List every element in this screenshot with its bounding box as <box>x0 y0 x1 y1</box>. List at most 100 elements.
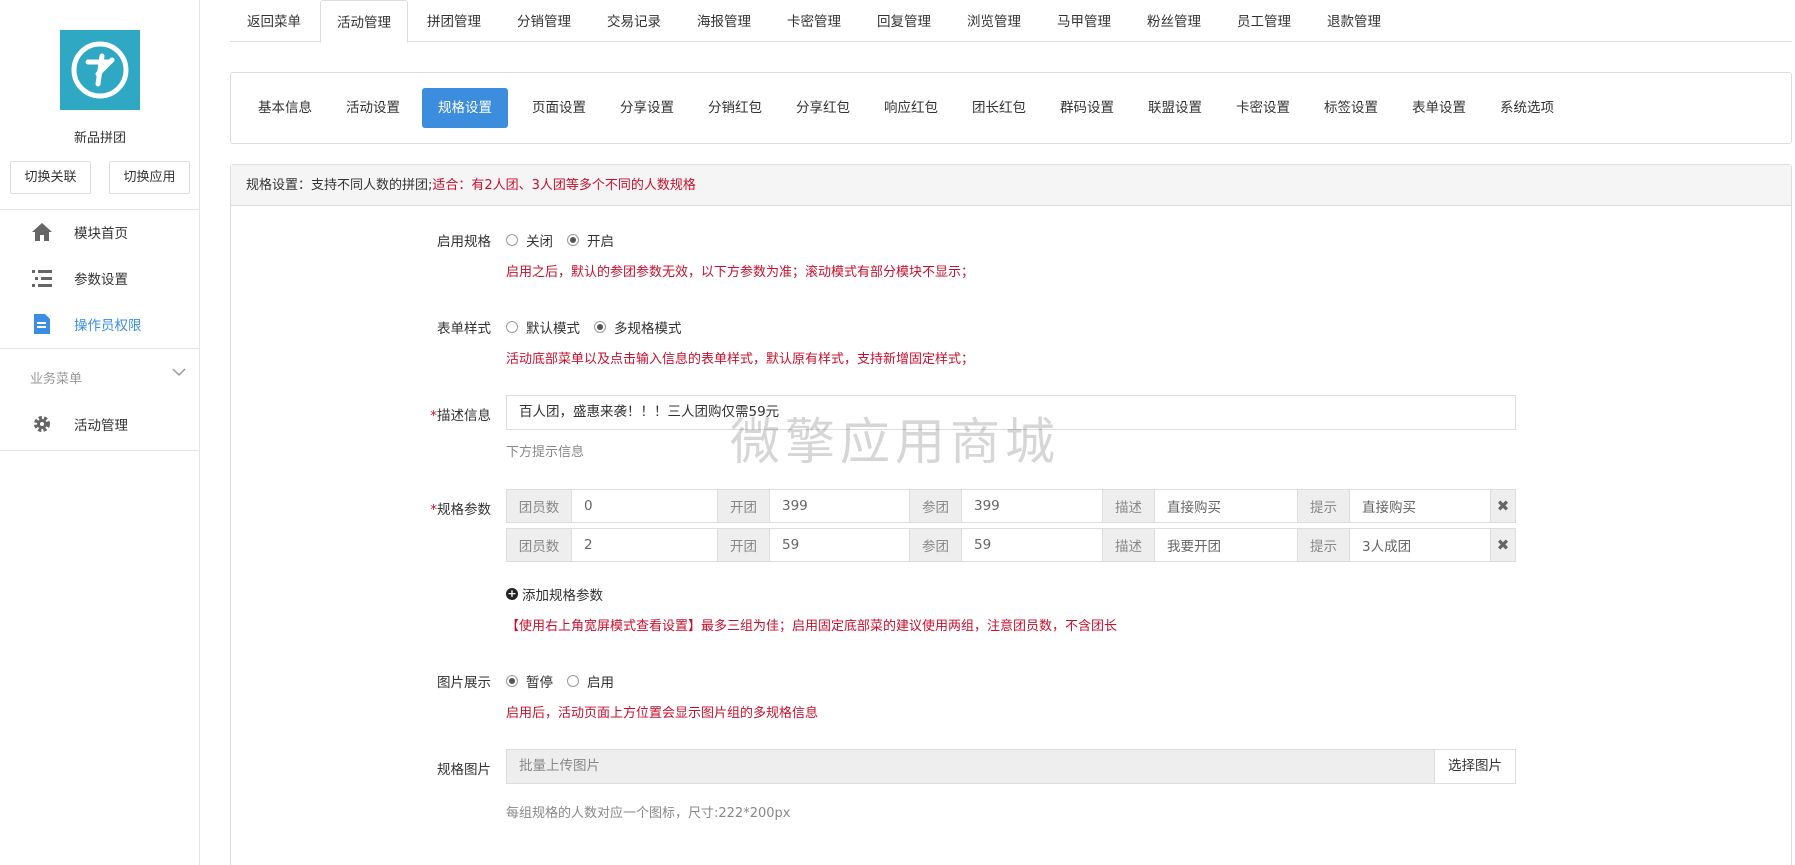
image-display-radio-group: 暂停 启用 <box>506 671 628 691</box>
tab-card-key-management[interactable]: 卡密管理 <box>770 0 858 42</box>
radio-pause[interactable]: 暂停 <box>506 671 553 691</box>
radio-label: 开启 <box>587 234 614 250</box>
app-logo <box>60 30 140 110</box>
subtab-basic-info[interactable]: 基本信息 <box>245 88 325 128</box>
radio-circle[interactable] <box>567 234 579 246</box>
members-addon: 团员数 <box>507 490 572 522</box>
subtab-system-options[interactable]: 系统选项 <box>1487 88 1567 128</box>
switch-app-button[interactable]: 切换应用 <box>109 161 190 194</box>
description-label-text: 描述信息 <box>437 408 491 424</box>
sidebar-item-label: 活动管理 <box>74 418 128 434</box>
radio-circle[interactable] <box>594 321 606 333</box>
tab-distribution-management[interactable]: 分销管理 <box>500 0 588 42</box>
spec-image-hint: 每组规格的人数对应一个图标，尺寸:222*200px <box>506 806 791 821</box>
description-label: *描述信息 <box>371 404 491 424</box>
tab-refund-management[interactable]: 退款管理 <box>1310 0 1398 42</box>
image-display-hint: 启用后，活动页面上方位置会显示图片组的多规格信息 <box>506 706 819 721</box>
subtab-group-code-settings[interactable]: 群码设置 <box>1047 88 1127 128</box>
subtab-share-settings[interactable]: 分享设置 <box>607 88 687 128</box>
add-spec-param-label: 添加规格参数 <box>522 588 603 604</box>
description-hint: 下方提示信息 <box>506 445 585 460</box>
members-addon: 团员数 <box>507 529 572 561</box>
radio-label: 多规格模式 <box>614 321 682 337</box>
app-name: 新品拼团 <box>73 131 126 146</box>
tab-browse-management[interactable]: 浏览管理 <box>950 0 1038 42</box>
subtab-spec-settings[interactable]: 规格设置 <box>422 88 508 128</box>
tip-addon: 提示 <box>1298 529 1350 561</box>
radio-label: 暂停 <box>526 675 553 691</box>
tab-transaction-records[interactable]: 交易记录 <box>590 0 678 42</box>
home-icon <box>31 221 53 243</box>
join-price-input[interactable]: 399 <box>962 490 1103 522</box>
close-icon[interactable]: ✖ <box>1491 529 1515 561</box>
subtab-distribution-redpacket[interactable]: 分销红包 <box>695 88 775 128</box>
tip-input[interactable]: 直接购买 <box>1350 490 1491 522</box>
spec-image-input[interactable]: 批量上传图片 <box>507 750 1434 783</box>
radio-circle[interactable] <box>506 675 518 687</box>
add-spec-param-button[interactable]: + 添加规格参数 <box>506 584 603 604</box>
tab-vest-management[interactable]: 马甲管理 <box>1040 0 1128 42</box>
sidebar-item-module-home[interactable]: 模块首页 <box>0 210 200 254</box>
spec-param-row: 团员数 2 开团 59 参团 59 描述 我要开团 提示 3人成团 ✖ <box>506 528 1516 562</box>
sidebar-item-operator-permissions[interactable]: 操作员权限 <box>0 302 200 346</box>
sidebar-item-label: 模块首页 <box>74 226 128 242</box>
divider <box>0 450 200 451</box>
tab-poster-management[interactable]: 海报管理 <box>680 0 768 42</box>
description-input[interactable]: 百人团，盛惠来袭！！！三人团购仅需59元 <box>506 395 1516 430</box>
switch-association-button[interactable]: 切换关联 <box>10 161 91 194</box>
radio-circle[interactable] <box>567 675 579 687</box>
members-input[interactable]: 2 <box>572 529 718 561</box>
chevron-down-icon[interactable] <box>172 366 186 381</box>
radio-circle[interactable] <box>506 234 518 246</box>
tab-staff-management[interactable]: 员工管理 <box>1220 0 1308 42</box>
sidebar-item-activity-management[interactable]: 活动管理 <box>0 402 200 446</box>
panel-heading: 规格设置：支持不同人数的拼团;适合：有2人团、3人团等多个不同的人数规格 <box>231 165 1791 206</box>
open-price-input[interactable]: 59 <box>770 529 910 561</box>
subtab-share-redpacket[interactable]: 分享红包 <box>783 88 863 128</box>
members-input[interactable]: 0 <box>572 490 718 522</box>
logo-icon <box>71 41 129 99</box>
top-tab-bar: 返回菜单 活动管理 拼团管理 分销管理 交易记录 海报管理 卡密管理 回复管理 … <box>230 0 1792 43</box>
radio-off[interactable]: 关闭 <box>506 230 553 250</box>
radio-circle[interactable] <box>506 321 518 333</box>
choose-image-button[interactable]: 选择图片 <box>1434 750 1515 783</box>
spec-param-row: 团员数 0 开团 399 参团 399 描述 直接购买 提示 直接购买 ✖ <box>506 489 1516 523</box>
open-addon: 开团 <box>718 529 770 561</box>
tab-back-menu[interactable]: 返回菜单 <box>230 0 318 42</box>
radio-on[interactable]: 开启 <box>567 230 614 250</box>
subtab-leader-redpacket[interactable]: 团长红包 <box>959 88 1039 128</box>
subtab-activity-settings[interactable]: 活动设置 <box>333 88 413 128</box>
required-mark: * <box>430 408 437 424</box>
subtab-form-settings[interactable]: 表单设置 <box>1399 88 1479 128</box>
gear-icon <box>31 413 53 435</box>
tab-reply-management[interactable]: 回复管理 <box>860 0 948 42</box>
tip-addon: 提示 <box>1298 490 1350 522</box>
radio-multi-spec-mode[interactable]: 多规格模式 <box>594 317 682 337</box>
join-price-input[interactable]: 59 <box>962 529 1103 561</box>
open-price-input[interactable]: 399 <box>770 490 910 522</box>
form-style-hint: 活动底部菜单以及点击输入信息的表单样式，默认原有样式，支持新增固定样式； <box>506 352 975 367</box>
subtab-alliance-settings[interactable]: 联盟设置 <box>1135 88 1215 128</box>
panel-heading-text: 规格设置：支持不同人数的拼团; <box>246 178 433 193</box>
subtab-tag-settings[interactable]: 标签设置 <box>1311 88 1391 128</box>
radio-label: 默认模式 <box>526 321 580 337</box>
desc-input[interactable]: 直接购买 <box>1155 490 1298 522</box>
enable-spec-label: 启用规格 <box>437 234 491 250</box>
divider <box>0 348 200 349</box>
spec-params-hint: 【使用右上角宽屏模式查看设置】最多三组为佳；启用固定底部菜的建议使用两组，注意团… <box>506 619 1118 634</box>
subtab-page-settings[interactable]: 页面设置 <box>519 88 599 128</box>
tab-fans-management[interactable]: 粉丝管理 <box>1130 0 1218 42</box>
tip-input[interactable]: 3人成团 <box>1350 529 1491 561</box>
sidebar-item-params[interactable]: 参数设置 <box>0 256 200 300</box>
close-icon[interactable]: ✖ <box>1491 490 1515 522</box>
desc-input[interactable]: 我要开团 <box>1155 529 1298 561</box>
subtab-response-redpacket[interactable]: 响应红包 <box>871 88 951 128</box>
plus-circle-icon: + <box>506 587 518 600</box>
radio-enable[interactable]: 启用 <box>567 671 614 691</box>
tab-activity-management[interactable]: 活动管理 <box>320 0 408 43</box>
tab-group-management[interactable]: 拼团管理 <box>410 0 498 42</box>
radio-default-mode[interactable]: 默认模式 <box>506 317 580 337</box>
form-style-radio-group: 默认模式 多规格模式 <box>506 317 696 337</box>
subtab-card-key-settings[interactable]: 卡密设置 <box>1223 88 1303 128</box>
form-style-label: 表单样式 <box>437 321 491 337</box>
